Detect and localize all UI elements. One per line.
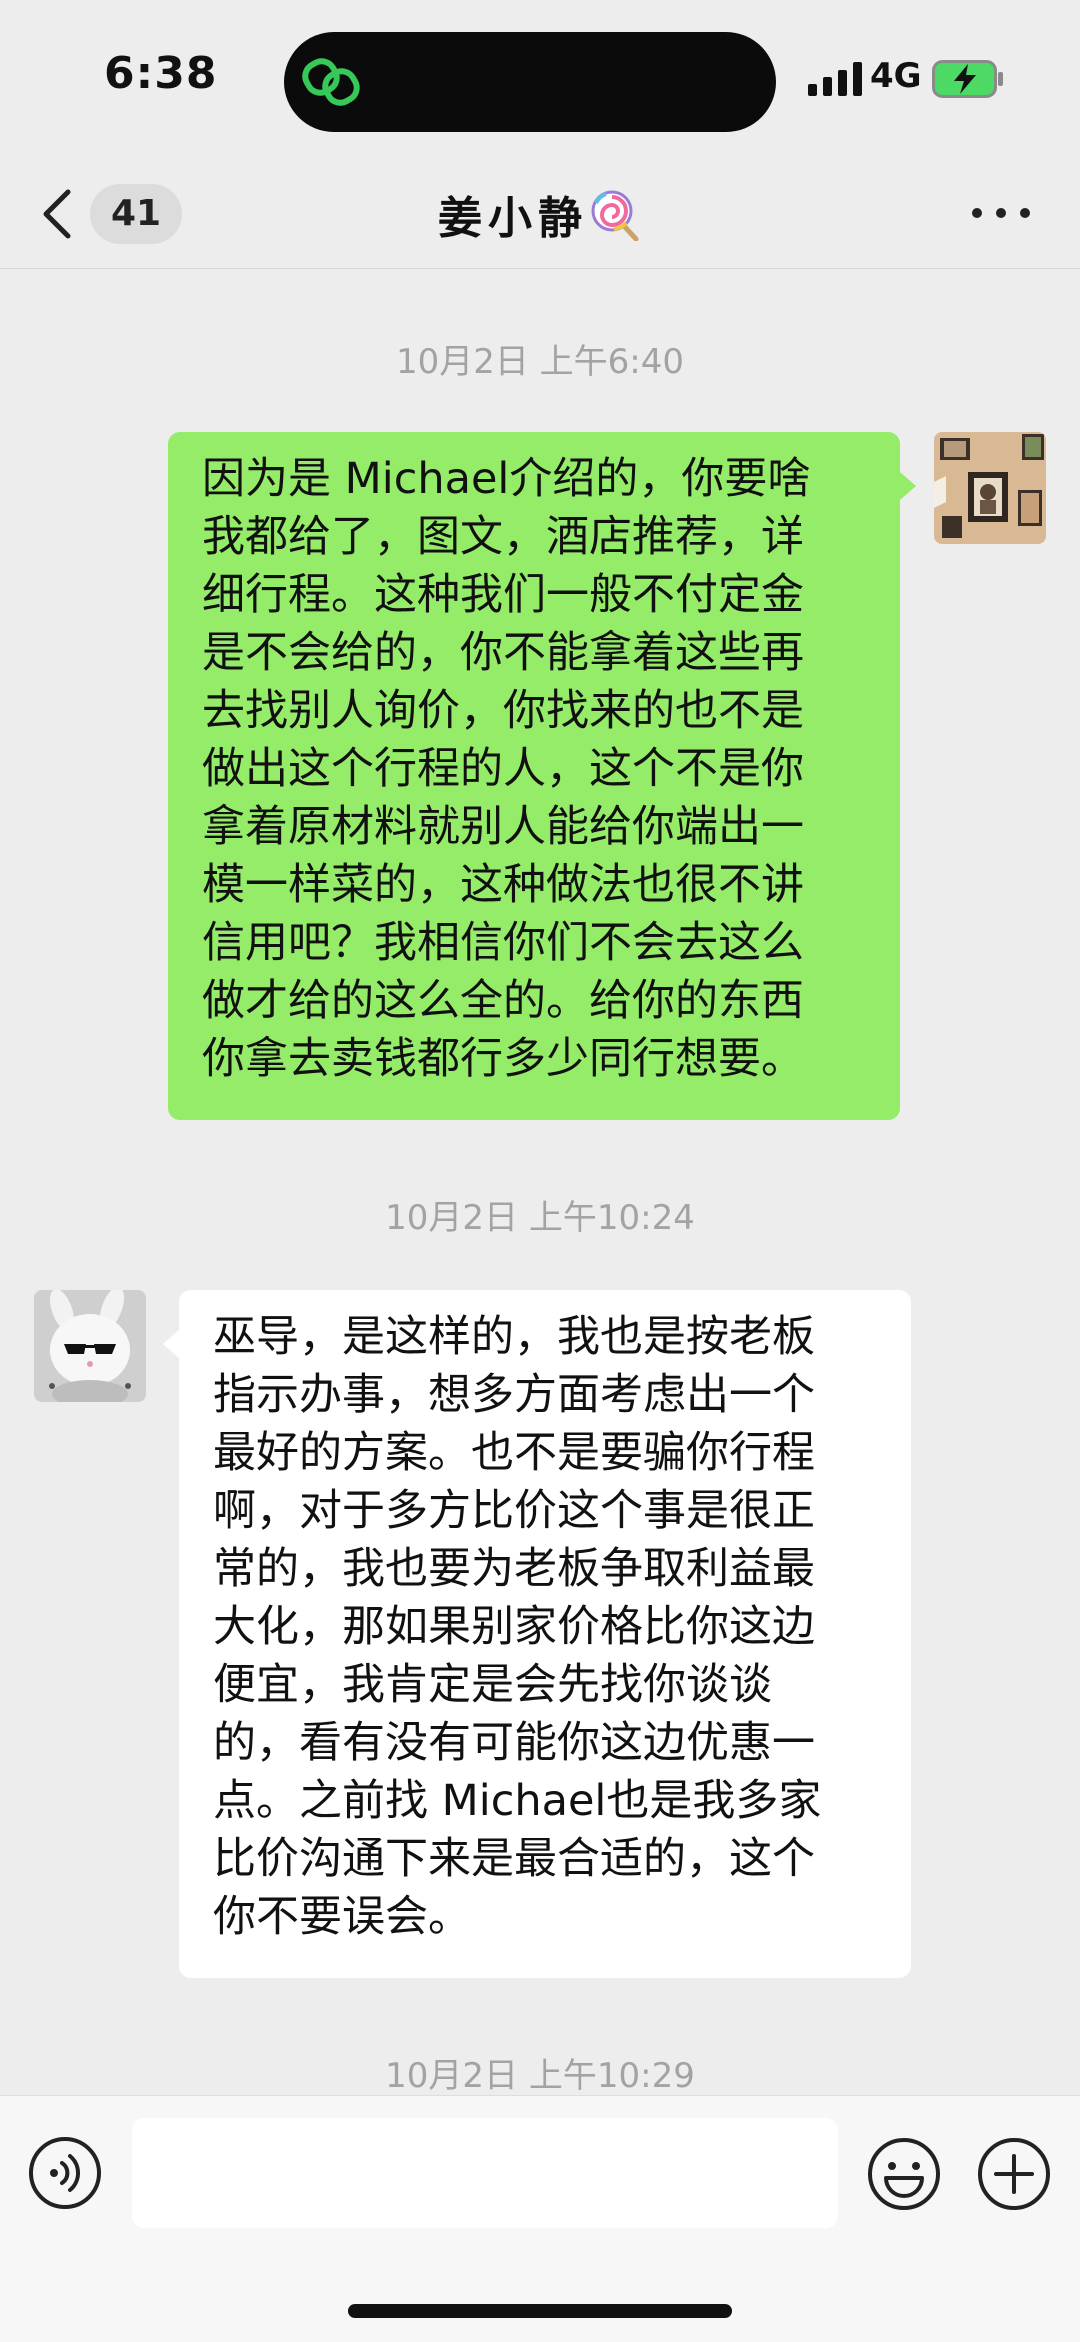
more-dot: [1020, 208, 1030, 218]
message-line: 点。之前找 Michael也是我多家: [213, 1776, 822, 1826]
cellular-signal-icon: [808, 62, 862, 96]
bubble-tail: [163, 1330, 179, 1358]
network-type: 4G: [870, 56, 922, 96]
status-bar: 6:38 4G: [0, 0, 1080, 160]
message-timestamp: 10月2日 上午6:40: [395, 342, 685, 382]
message-line: 的，看有没有可能你这边优惠一: [213, 1718, 815, 1768]
chat-header: 41 姜小静: [0, 160, 1080, 269]
plus-icon[interactable]: [976, 2136, 1052, 2212]
received-message-bubble[interactable]: 巫导，是这样的，我也是按老板 指示办事，想多方面考虑出一个 最好的方案。也不是要…: [179, 1290, 911, 1978]
more-dot: [996, 208, 1006, 218]
message-line: 因为是 Michael介绍的，你要啥: [202, 454, 811, 504]
my-avatar[interactable]: [934, 432, 1046, 544]
more-dots-icon: [972, 208, 982, 218]
emoji-icon[interactable]: [866, 2136, 942, 2212]
sent-message-bubble[interactable]: 因为是 Michael介绍的，你要啥 我都给了，图文，酒店推荐，详 细行程。这种…: [168, 432, 900, 1120]
chat-title[interactable]: 姜小静: [0, 182, 1080, 246]
message-line: 巫导，是这样的，我也是按老板: [213, 1312, 815, 1362]
message-line: 啊，对于多方比价这个事是很正: [213, 1486, 815, 1536]
contact-name: 姜小静: [438, 193, 588, 244]
message-timestamp: 10月2日 上午10:24: [385, 1198, 695, 1238]
home-indicator[interactable]: [348, 2304, 732, 2318]
message-line: 信用吧？我相信你们不会去这么: [202, 918, 804, 968]
message-line: 大化，那如果别家价格比你这边: [213, 1602, 815, 1652]
message-timestamp: 10月2日 上午10:29: [385, 2056, 695, 2096]
message-line: 我都给了，图文，酒店推荐，详: [202, 512, 804, 562]
message-line: 常的，我也要为老板争取利益最: [213, 1544, 815, 1594]
message-line: 模一样菜的，这种做法也很不讲: [202, 860, 804, 910]
contact-avatar[interactable]: [34, 1290, 146, 1402]
message-line: 做才给的这么全的。给你的东西: [202, 976, 804, 1026]
message-line: 比价沟通下来是最合适的，这个: [213, 1834, 815, 1884]
message-line: 便宜，我肯定是会先找你谈谈: [213, 1660, 772, 1710]
message-line: 拿着原材料就别人能给你端出一: [202, 802, 804, 852]
message-line: 做出这个行程的人，这个不是你: [202, 744, 804, 794]
link-app-icon: [302, 58, 360, 106]
message-line: 细行程。这种我们一般不付定金: [202, 570, 804, 620]
message-input[interactable]: [132, 2118, 838, 2228]
more-options-button[interactable]: [972, 196, 1032, 232]
message-line: 最好的方案。也不是要骗你行程: [213, 1428, 815, 1478]
status-time: 6:38: [104, 48, 218, 99]
message-line: 是不会给的，你不能拿着这些再: [202, 628, 804, 678]
message-line: 你拿去卖钱都行多少同行想要。: [202, 1034, 804, 1084]
message-line: 去找别人询价，你找来的也不是: [202, 686, 804, 736]
battery-charging-icon: [932, 60, 1003, 98]
bubble-tail: [900, 472, 916, 500]
message-line: 你不要误会。: [213, 1892, 471, 1942]
message-line: 指示办事，想多方面考虑出一个: [213, 1370, 815, 1420]
lollipop-icon: [591, 190, 639, 241]
voice-icon[interactable]: [28, 2136, 102, 2210]
